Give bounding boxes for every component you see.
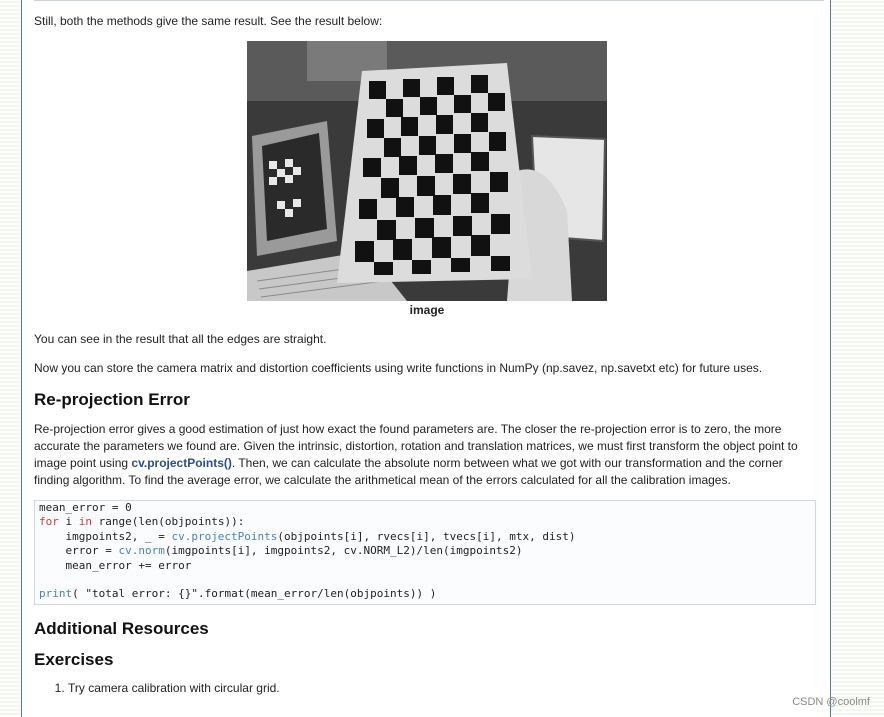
- code-fn-norm: cv.norm: [118, 544, 165, 558]
- result-figure: image: [247, 41, 607, 317]
- code-keyword-in: in: [78, 515, 92, 529]
- intro-paragraph: Still, both the methods give the same re…: [34, 14, 383, 28]
- code-line-4: error = cv.norm(imgpoints[i], imgpoints2…: [39, 544, 815, 558]
- code-line-1: mean_error = 0: [39, 501, 132, 514]
- code-line-3: imgpoints2, _ = cv.projectPoints(objpoin…: [39, 530, 815, 544]
- code-line-7: print( "total error: {}".format(mean_err…: [39, 587, 815, 601]
- code-text: range(len(objpoints)):: [92, 515, 245, 529]
- code-text: (imgpoints[i], imgpoints2, cv.NORM_L2)/l…: [164, 544, 523, 558]
- calibration-result-image: [247, 41, 607, 301]
- code-line-5: mean_error += error: [39, 558, 192, 572]
- code-text: ( "total error: {}".format(mean_error/le…: [72, 587, 437, 601]
- top-divider: [34, 0, 824, 1]
- code-text: i: [58, 515, 79, 529]
- doc-page: Still, both the methods give the same re…: [21, 0, 831, 717]
- edges-paragraph: You can see in the result that all the e…: [34, 332, 327, 346]
- code-keyword-for: for: [39, 515, 59, 529]
- code-line-2: for i in range(len(objpoints)):: [39, 515, 815, 529]
- exercise-list: Try camera calibration with circular gri…: [54, 681, 280, 695]
- code-text: error =: [39, 544, 119, 558]
- figure-caption: image: [409, 303, 445, 317]
- exercise-item: Try camera calibration with circular gri…: [68, 681, 280, 695]
- code-text: (objpoints[i], rvecs[i], tvecs[i], mtx, …: [277, 529, 576, 543]
- reprojection-heading: Re-projection Error: [34, 390, 190, 409]
- store-paragraph: Now you can store the camera matrix and …: [34, 361, 763, 375]
- code-fn-projectpoints: cv.projectPoints: [171, 529, 278, 543]
- exercises-heading: Exercises: [34, 650, 114, 669]
- code-fn-print: print: [39, 587, 73, 601]
- additional-resources-heading: Additional Resources: [34, 619, 209, 638]
- code-block: mean_error = 0 for i in range(len(objpoin…: [34, 500, 816, 605]
- code-text: imgpoints2, _ =: [39, 529, 172, 543]
- projectpoints-link[interactable]: cv.projectPoints(): [131, 456, 231, 470]
- csdn-watermark: CSDN @coolmf: [792, 696, 870, 708]
- reprojection-paragraph: Re-projection error gives a good estimat…: [34, 421, 819, 489]
